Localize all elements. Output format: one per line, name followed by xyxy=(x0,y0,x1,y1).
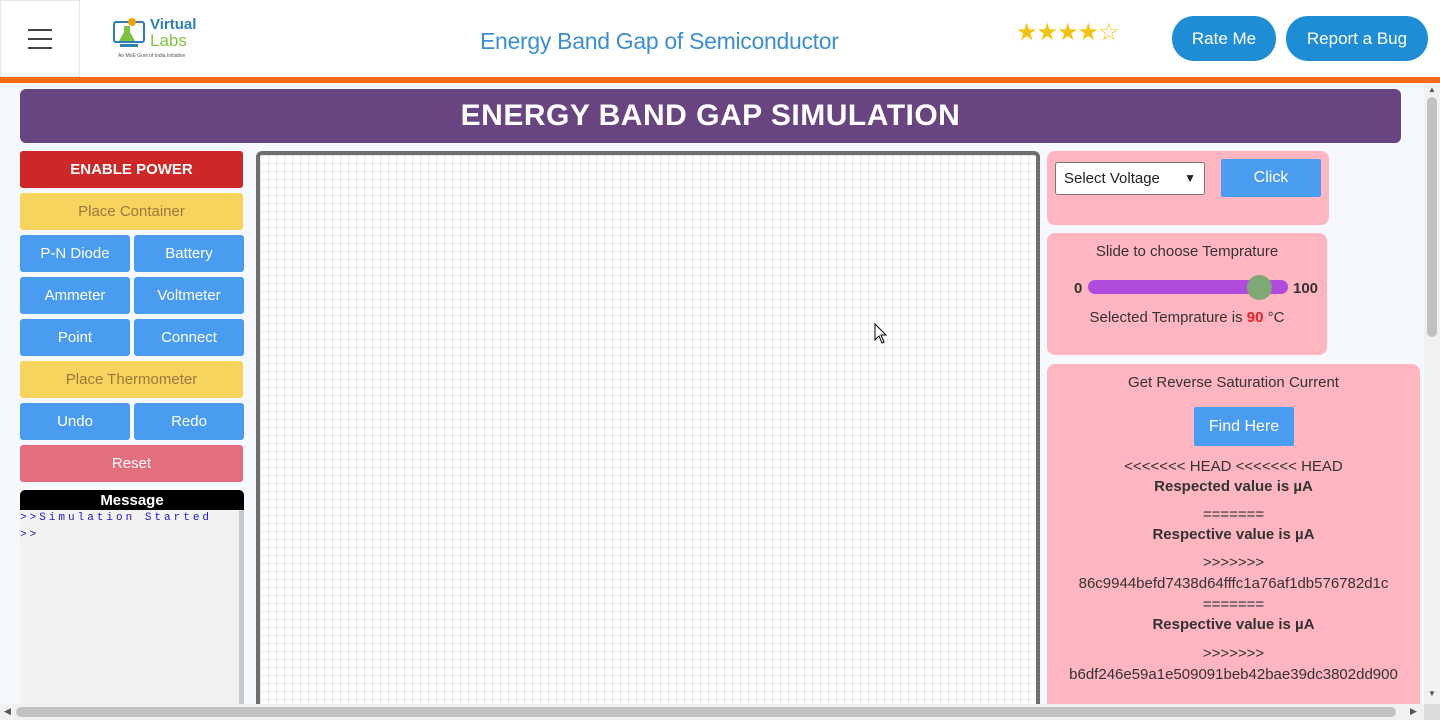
result-line: Respected value is µA xyxy=(1154,478,1313,495)
rating-stars[interactable]: ★★★★☆ xyxy=(1016,19,1120,46)
point-button[interactable]: Point xyxy=(20,319,130,356)
simulation-banner: ENERGY BAND GAP SIMULATION xyxy=(20,89,1401,143)
scroll-down-icon[interactable]: ▼ xyxy=(1428,689,1436,698)
result-line: >>>>>>> xyxy=(1202,554,1265,571)
voltage-select[interactable]: Select Voltage ▼ xyxy=(1055,162,1205,195)
workspace-canvas[interactable] xyxy=(256,151,1040,711)
message-line: >> xyxy=(20,529,40,541)
undo-button[interactable]: Undo xyxy=(20,403,130,440)
place-container-button[interactable]: Place Container xyxy=(20,193,243,230)
temperature-title: Slide to choose Temprature xyxy=(1095,243,1279,260)
mouse-cursor-icon xyxy=(874,323,888,344)
hamburger-menu-icon[interactable] xyxy=(0,0,80,77)
virtual-labs-logo[interactable]: Virtual Labs An MoE Govt of India Initia… xyxy=(110,12,210,64)
pn-diode-button[interactable]: P-N Diode xyxy=(20,235,130,272)
battery-button[interactable]: Battery xyxy=(134,235,244,272)
scroll-left-icon[interactable]: ◀ xyxy=(4,706,11,717)
voltage-select-value: Select Voltage xyxy=(1064,170,1160,187)
slider-min-label: 0 xyxy=(1074,280,1083,297)
star-filled-icon[interactable]: ★ xyxy=(1016,19,1037,46)
selected-temperature: Selected Temprature is 90 °C xyxy=(1047,309,1327,326)
logo-subtitle: An MoE Govt of India Initiative xyxy=(118,53,186,59)
connect-button[interactable]: Connect xyxy=(134,319,244,356)
star-filled-icon[interactable]: ★ xyxy=(1037,19,1058,46)
temperature-prefix: Selected Temprature is xyxy=(1089,309,1243,326)
horizontal-scrollbar[interactable]: ◀ ▶ xyxy=(0,704,1424,720)
scroll-right-icon[interactable]: ▶ xyxy=(1410,706,1417,717)
flask-icon xyxy=(113,18,145,47)
slider-handle[interactable] xyxy=(1247,275,1273,300)
voltmeter-button[interactable]: Voltmeter xyxy=(134,277,244,314)
result-line: Respective value is µA xyxy=(1152,616,1315,633)
redo-button[interactable]: Redo xyxy=(134,403,244,440)
chevron-down-icon: ▼ xyxy=(1184,171,1196,185)
find-here-button[interactable]: Find Here xyxy=(1194,407,1294,446)
star-filled-icon[interactable]: ★ xyxy=(1078,19,1099,46)
report-bug-button[interactable]: Report a Bug xyxy=(1286,16,1428,61)
horizontal-scroll-thumb[interactable] xyxy=(16,707,1396,717)
reset-button[interactable]: Reset xyxy=(20,445,243,482)
vertical-scrollbar[interactable]: ▲ ▼ xyxy=(1424,83,1440,704)
top-header: Virtual Labs An MoE Govt of India Initia… xyxy=(0,0,1440,77)
result-line: Respective value is µA xyxy=(1152,526,1315,543)
result-line: <<<<<<< HEAD <<<<<<< HEAD xyxy=(1124,458,1343,475)
vertical-scroll-thumb[interactable] xyxy=(1427,97,1437,337)
message-log[interactable]: >>Simulation Started >> xyxy=(20,510,244,704)
result-line: >>>>>>> xyxy=(1202,645,1265,662)
star-filled-icon[interactable]: ★ xyxy=(1057,19,1078,46)
result-line: ======= xyxy=(1202,506,1265,523)
scroll-up-icon[interactable]: ▲ xyxy=(1428,85,1436,94)
result-line: ======= xyxy=(1202,596,1265,613)
voltage-click-button[interactable]: Click xyxy=(1221,159,1321,197)
saturation-title: Get Reverse Saturation Current xyxy=(1128,374,1339,391)
page-title: Energy Band Gap of Semiconductor xyxy=(480,28,839,54)
saturation-current-panel: Get Reverse Saturation Current Find Here… xyxy=(1047,364,1420,704)
rate-me-button[interactable]: Rate Me xyxy=(1172,16,1276,61)
result-line: 86c9944befd7438d64fffc1a76af1db576782d1c xyxy=(1078,575,1389,592)
slider-max-label: 100 xyxy=(1293,280,1319,297)
place-thermometer-button[interactable]: Place Thermometer xyxy=(20,361,243,398)
temperature-panel: Slide to choose Temprature 0 100 Selecte… xyxy=(1047,233,1327,355)
message-header: Message xyxy=(20,490,244,510)
scrollbar-corner xyxy=(1424,704,1440,720)
simulation-area: ENERGY BAND GAP SIMULATION ENABLE POWER … xyxy=(0,83,1424,711)
temperature-value: 90 xyxy=(1246,309,1264,326)
star-empty-icon[interactable]: ☆ xyxy=(1098,19,1119,46)
ammeter-button[interactable]: Ammeter xyxy=(20,277,130,314)
result-line: b6df246e59a1e509091beb42bae39dc3802dd900 xyxy=(1069,666,1398,683)
voltage-panel: Select Voltage ▼ Click xyxy=(1047,151,1329,225)
logo-text-labs: Labs xyxy=(150,31,187,50)
enable-power-button[interactable]: ENABLE POWER xyxy=(20,151,243,188)
temperature-unit: °C xyxy=(1267,309,1285,326)
message-line: >>Simulation Started xyxy=(20,512,213,524)
